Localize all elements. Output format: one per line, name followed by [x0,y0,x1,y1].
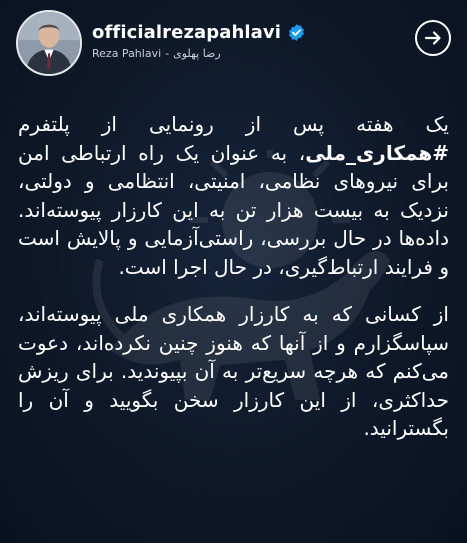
handle-row: officialrezapahlavi [92,22,306,43]
name-separator: - [165,47,170,60]
arrow-right-icon [424,31,441,45]
paragraph-1-lead: یک هفته پس از رونمایی از پلتفرم [18,112,449,136]
avatar-portrait-icon [18,12,80,74]
post-body: یک هفته پس از رونمایی از پلتفرم #همکاری_… [18,110,449,443]
display-name: Reza Pahlavi [92,47,162,60]
account-handle[interactable]: officialrezapahlavi [92,22,281,43]
author-names: officialrezapahlavi Reza Pahlavi - رضا پ… [92,22,306,60]
open-post-button[interactable] [415,20,451,56]
avatar[interactable] [16,10,82,76]
display-name-persian: رضا پهلوی [173,47,221,60]
post-card: officialrezapahlavi Reza Pahlavi - رضا پ… [0,0,467,543]
post-paragraph-1: یک هفته پس از رونمایی از پلتفرم #همکاری_… [18,110,449,281]
verified-badge-icon [289,24,304,41]
hashtag-link[interactable]: #همکاری_ملی [305,141,449,165]
post-paragraph-2: از کسانی که به کارزار همکاری ملی پیوسته‌… [18,302,449,440]
post-header: officialrezapahlavi Reza Pahlavi - رضا پ… [16,10,451,80]
author-subtitle: Reza Pahlavi - رضا پهلوی [92,47,306,60]
